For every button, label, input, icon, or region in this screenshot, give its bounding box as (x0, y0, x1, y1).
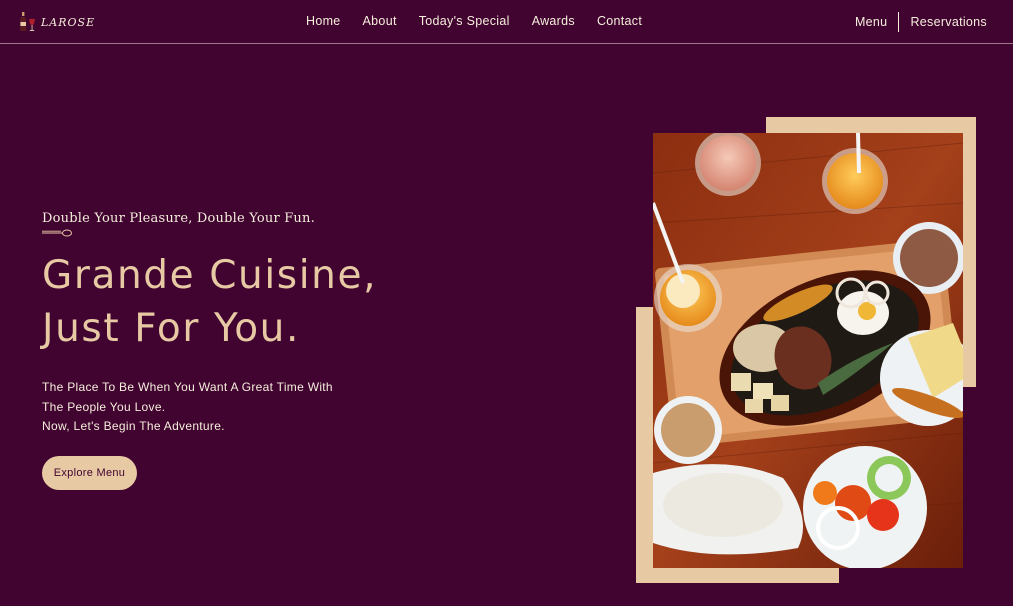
nav-link-todays-special[interactable]: Today's Special (419, 14, 510, 28)
nav-link-contact[interactable]: Contact (597, 14, 642, 28)
hero-food-image (653, 133, 963, 568)
spoon-icon (42, 229, 72, 237)
nav-divider (898, 12, 900, 32)
hero-description-line3: Now, Let's Begin The Adventure. (42, 419, 225, 433)
primary-nav: Home About Today's Special Awards Contac… (306, 14, 664, 28)
hero-headline-line1: Grande Cuisine, (42, 253, 378, 298)
hero-subtitle: Double Your Pleasure, Double Your Fun. (42, 211, 315, 226)
nav-link-reservations[interactable]: Reservations (910, 15, 987, 29)
nav-link-awards[interactable]: Awards (532, 14, 575, 28)
wine-bottle-glass-icon (20, 12, 35, 31)
hero-description: The Place To Be When You Want A Great Ti… (42, 378, 333, 437)
logo-text: LAROSE (41, 15, 96, 29)
nav-right: Menu Reservations (855, 12, 987, 32)
navbar: LAROSE Home About Today's Special Awards… (0, 0, 1013, 44)
hero-headline-line2: Just For You. (42, 306, 300, 351)
hero-description-line1: The Place To Be When You Want A Great Ti… (42, 380, 333, 394)
nav-link-menu[interactable]: Menu (855, 15, 887, 29)
explore-menu-button[interactable]: Explore Menu (42, 456, 137, 490)
hero-description-line2: The People You Love. (42, 399, 166, 414)
hero-headline: Grande Cuisine, Just For You. (42, 249, 377, 355)
logo[interactable]: LAROSE (19, 12, 95, 32)
nav-link-home[interactable]: Home (306, 14, 341, 28)
nav-link-about[interactable]: About (363, 14, 397, 28)
